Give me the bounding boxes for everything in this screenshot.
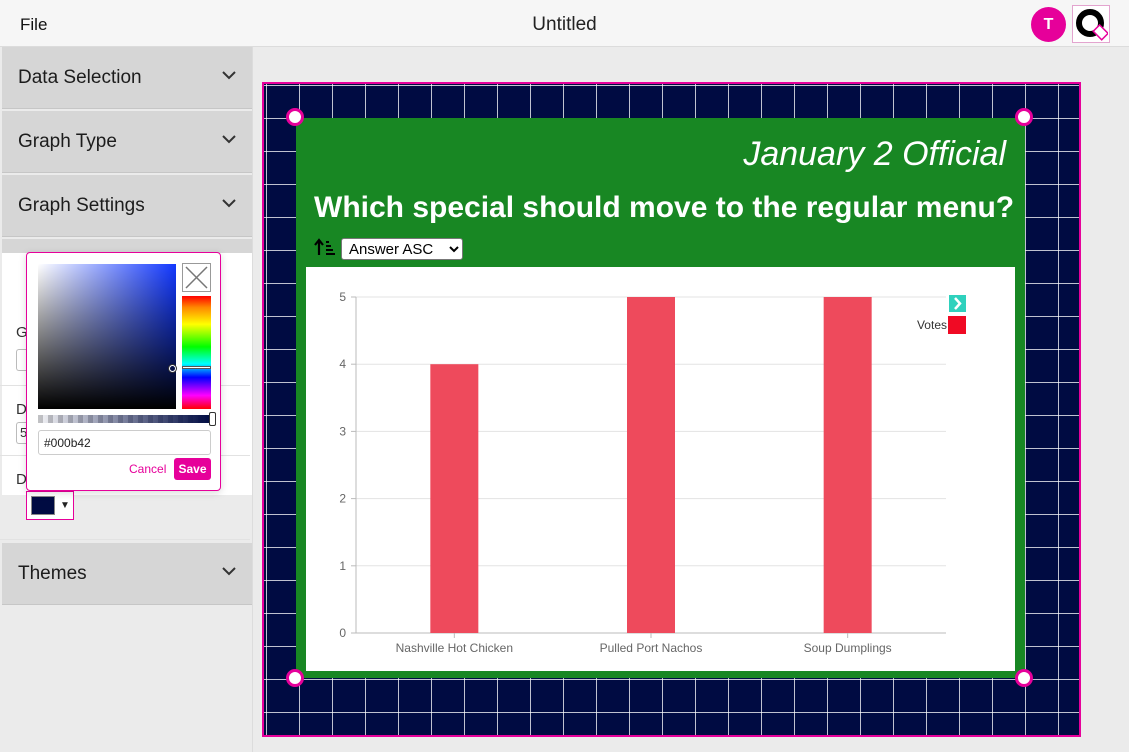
app-logo[interactable]	[1072, 5, 1110, 43]
hex-color-input[interactable]	[38, 430, 211, 455]
document-title[interactable]: Untitled	[0, 14, 1129, 36]
slide-question: Which special should move to the regular…	[314, 191, 1015, 224]
saturation-value-handle[interactable]	[169, 365, 176, 372]
sort-ascending-icon	[314, 238, 335, 255]
y-tick-label: 5	[339, 290, 346, 304]
panel-graph-type[interactable]: Graph Type	[2, 111, 252, 173]
panel-data-selection[interactable]: Data Selection	[2, 47, 252, 109]
user-avatar[interactable]: T	[1031, 7, 1066, 42]
graph-card[interactable]: January 2 Official Which special should …	[296, 118, 1025, 678]
hue-slider-handle[interactable]	[182, 366, 211, 369]
color-swatch-button[interactable]: ▼	[26, 491, 74, 520]
hue-slider[interactable]	[182, 296, 211, 409]
dropdown-arrow-icon: ▼	[60, 500, 70, 511]
app-logo-icon	[1076, 9, 1108, 41]
chevron-down-icon	[222, 567, 236, 576]
bar	[823, 297, 872, 633]
alpha-slider[interactable]	[38, 415, 211, 423]
resize-handle-top-right[interactable]	[1015, 108, 1033, 126]
bar	[430, 364, 479, 633]
y-tick-label: 4	[339, 357, 346, 371]
x-tick-label: Nashville Hot Chicken	[396, 641, 513, 655]
panel-themes[interactable]: Themes	[2, 543, 252, 605]
chevron-down-icon	[222, 71, 236, 80]
resize-handle-bottom-left[interactable]	[286, 669, 304, 687]
x-tick-label: Soup Dumplings	[804, 641, 892, 655]
legend-label: Votes	[916, 318, 947, 332]
color-picker-popover: Cancel Save	[26, 252, 221, 491]
bar	[627, 297, 675, 633]
clear-color-button[interactable]	[182, 263, 211, 292]
close-icon	[185, 266, 208, 289]
chevron-down-icon	[222, 135, 236, 144]
panel-graph-settings[interactable]: Graph Settings	[2, 175, 252, 237]
save-button[interactable]: Save	[174, 458, 211, 480]
y-tick-label: 3	[339, 424, 346, 438]
chart-container: 0 1 2 3 4 5 Nashville Hot Chicken Pulled Port N…	[306, 267, 1015, 671]
y-tick-label: 1	[339, 559, 346, 573]
panel-title: Graph Settings	[18, 194, 145, 216]
panel-title: Data Selection	[18, 66, 142, 88]
slide-subtitle: January 2 Official	[743, 135, 1006, 173]
chevron-down-icon	[222, 199, 236, 208]
x-tick-label: Pulled Port Nachos	[600, 641, 703, 655]
sort-order-select[interactable]: Answer ASC	[341, 238, 463, 260]
chevron-right-icon	[954, 297, 962, 310]
cancel-button[interactable]: Cancel	[129, 462, 166, 476]
y-tick-label: 0	[339, 626, 346, 640]
resize-handle-bottom-right[interactable]	[1015, 669, 1033, 687]
legend-swatch	[948, 316, 966, 334]
color-swatch	[31, 496, 55, 515]
y-tick-label: 2	[339, 492, 346, 506]
bar-chart: 0 1 2 3 4 5 Nashville Hot Chicken Pulled Port N…	[339, 290, 946, 655]
panel-title: Graph Type	[18, 130, 117, 152]
resize-handle-top-left[interactable]	[286, 108, 304, 126]
top-bar: File Untitled T	[0, 0, 1129, 47]
alpha-slider-handle[interactable]	[209, 412, 216, 426]
panel-title: Themes	[18, 562, 87, 584]
legend-toggle-button[interactable]	[949, 295, 966, 312]
saturation-value-area[interactable]	[38, 264, 176, 409]
